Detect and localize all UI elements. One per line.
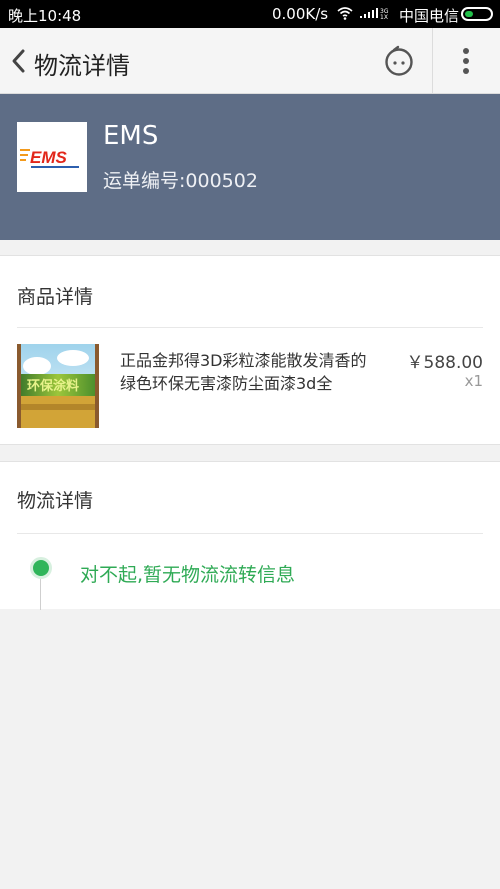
- status-time: 晚上10:48: [8, 7, 82, 25]
- timeline-line: [40, 579, 41, 610]
- timeline-dot-icon: [30, 557, 52, 579]
- svg-text:1X: 1X: [380, 14, 388, 20]
- product-name[interactable]: 正品金邦得3D彩粒漆能散发清香的绿色环保无害漆防尘面漆3d全: [120, 349, 370, 395]
- nav-bar: 物流详情: [0, 28, 500, 94]
- logistics-card: 物流详情 对不起,暂无物流流转信息: [0, 461, 500, 610]
- status-bar: 晚上10:48 0.00K/s 3G 1X 中国电信: [0, 0, 500, 28]
- divider: [17, 533, 483, 534]
- goods-section-title: 商品详情: [17, 286, 94, 308]
- logistics-section-title: 物流详情: [17, 490, 94, 512]
- divider: [80, 609, 500, 610]
- tracking-message: 对不起,暂无物流流转信息: [80, 564, 296, 586]
- battery-icon: [461, 7, 493, 21]
- divider: [17, 327, 483, 328]
- goods-card: 商品详情 环保涂料 正品金邦得3D彩粒漆能散发清香的绿色环保无害漆防尘面漆3d全…: [0, 255, 500, 445]
- robot-face-icon[interactable]: [382, 44, 416, 78]
- wifi-icon: [337, 7, 353, 20]
- ems-logo-graphic: EMS: [20, 148, 79, 168]
- paint-bucket-image: 环保涂料: [17, 344, 99, 428]
- product-price: ￥588.00: [406, 353, 483, 373]
- shipment-header: EMS EMS 运单编号:000502: [0, 94, 500, 240]
- nav-divider: [432, 28, 433, 94]
- vertical-dots-icon[interactable]: [452, 42, 480, 80]
- status-carrier: 中国电信: [399, 7, 460, 25]
- signal-icon: 3G 1X: [360, 8, 389, 20]
- carrier-name: EMS: [103, 121, 159, 151]
- waybill-number[interactable]: 运单编号:000502: [103, 166, 258, 193]
- product-image[interactable]: 环保涂料: [17, 344, 99, 428]
- product-image-label: 环保涂料: [27, 378, 79, 394]
- back-button[interactable]: [6, 41, 32, 81]
- page-title: 物流详情: [34, 52, 130, 80]
- ems-logo: EMS: [17, 122, 87, 192]
- status-net-speed: 0.00K/s: [272, 5, 329, 23]
- ems-logo-text: EMS: [30, 148, 68, 167]
- product-quantity: x1: [464, 372, 483, 390]
